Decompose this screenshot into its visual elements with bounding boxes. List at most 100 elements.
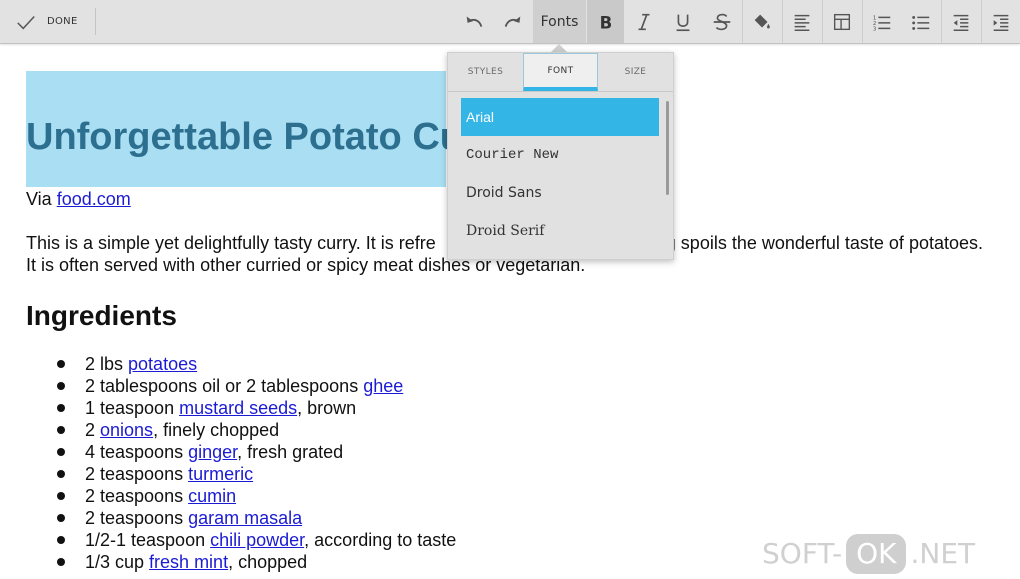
bold-icon: B	[599, 13, 612, 32]
font-option-arial[interactable]: Arial	[461, 98, 659, 136]
font-option-droid-serif[interactable]: Droid Serif	[461, 212, 659, 250]
underline-icon	[676, 14, 690, 31]
source-link[interactable]: food.com	[57, 189, 131, 209]
ingredient-link[interactable]: ghee	[363, 376, 403, 396]
bullet	[57, 426, 65, 434]
list-item[interactable]: 2 teaspoons cumin	[26, 485, 456, 507]
bullet	[57, 360, 65, 368]
underline-button[interactable]	[664, 0, 702, 43]
paint-bucket-icon	[754, 14, 770, 28]
item-text: 1/3 cup	[85, 552, 150, 572]
ingredients-heading[interactable]: Ingredients	[26, 299, 177, 333]
list-item[interactable]: 2 teaspoons garam masala	[26, 507, 456, 529]
fill-color-button[interactable]	[743, 0, 781, 43]
svg-text:B: B	[599, 13, 612, 32]
fonts-button[interactable]: Fonts	[533, 0, 586, 43]
done-button[interactable]: DONE	[0, 0, 95, 43]
bullet-list-button[interactable]	[902, 0, 940, 43]
undo-icon	[466, 16, 483, 27]
tab-font[interactable]: FONT	[523, 53, 598, 91]
indent-button[interactable]	[982, 0, 1020, 43]
item-text: 2 teaspoons	[85, 486, 189, 506]
item-text: , fresh grated	[237, 442, 344, 462]
list-item[interactable]: 2 lbs potatoes	[26, 353, 456, 375]
via-prefix: Via	[26, 189, 57, 209]
item-text: 2 tablespoons oil or 2 tablespoons	[85, 376, 364, 396]
bold-button[interactable]: B	[587, 0, 624, 43]
watermark-suffix: .NET	[910, 537, 976, 570]
ingredients-list: 2 lbs potatoes 2 tablespoons oil or 2 ta…	[26, 353, 456, 573]
strikethrough-button[interactable]	[703, 0, 741, 43]
italic-button[interactable]	[625, 0, 663, 43]
bullet	[57, 448, 65, 456]
strikethrough-icon	[713, 13, 731, 30]
bullet	[57, 470, 65, 478]
item-text: 2 lbs	[85, 354, 129, 374]
list-item[interactable]: 4 teaspoons ginger, fresh grated	[26, 441, 456, 463]
via-line: Via food.com	[26, 188, 131, 210]
item-text: 1 teaspoon	[85, 398, 180, 418]
list-item[interactable]: 2 onions, finely chopped	[26, 419, 456, 441]
undo-button[interactable]	[455, 0, 493, 43]
redo-button[interactable]	[494, 0, 532, 43]
list-item[interactable]: 1 teaspoon mustard seeds, brown	[26, 397, 456, 419]
bullet-list-icon	[912, 15, 930, 30]
document-title[interactable]: Unforgettable Potato Cu	[26, 112, 463, 162]
ingredient-link[interactable]: cumin	[188, 486, 236, 506]
redo-icon	[504, 16, 521, 27]
item-text: , according to taste	[304, 530, 457, 550]
font-option-courier-new[interactable]: Courier New	[461, 136, 659, 174]
align-button[interactable]	[783, 0, 821, 43]
list-item[interactable]: 2 teaspoons turmeric	[26, 463, 456, 485]
bullet	[57, 492, 65, 500]
list-item[interactable]: 2 tablespoons oil or 2 tablespoons ghee	[26, 375, 456, 397]
item-text: 4 teaspoons	[85, 442, 189, 462]
outdent-icon	[953, 14, 969, 31]
popup-arrow	[551, 44, 567, 52]
italic-icon	[638, 13, 650, 30]
ingredient-link[interactable]: mustard seeds	[179, 398, 297, 418]
item-text: , chopped	[228, 552, 308, 572]
ingredient-link[interactable]: garam masala	[188, 508, 302, 528]
popup-tabs: STYLES FONT SIZE	[448, 53, 673, 92]
watermark-prefix: SOFT-	[762, 537, 843, 570]
item-text: 2 teaspoons	[85, 464, 189, 484]
ingredient-link[interactable]: fresh mint	[149, 552, 228, 572]
fonts-label: Fonts	[540, 13, 579, 30]
tab-styles[interactable]: STYLES	[448, 53, 523, 91]
bullet	[57, 558, 65, 566]
svg-text:3: 3	[873, 26, 877, 32]
bullet	[57, 382, 65, 390]
font-list-scrollbar[interactable]	[666, 101, 669, 195]
table-button[interactable]	[823, 0, 861, 43]
ingredient-link[interactable]: ginger	[188, 442, 237, 462]
ingredient-link[interactable]: potatoes	[128, 354, 197, 374]
item-text: , brown	[297, 398, 357, 418]
item-text: , finely chopped	[153, 420, 280, 440]
list-item[interactable]: 1/2-1 teaspoon chili powder, according t…	[26, 529, 456, 551]
outdent-button[interactable]	[942, 0, 980, 43]
watermark-ok: OK	[846, 533, 907, 574]
tab-size[interactable]: SIZE	[598, 53, 673, 91]
check-icon	[17, 15, 35, 29]
done-label: DONE	[47, 16, 78, 27]
indent-icon	[993, 14, 1009, 31]
item-text: 2	[85, 420, 101, 440]
item-text: 1/2-1 teaspoon	[85, 530, 211, 550]
watermark: SOFT- OK .NET	[762, 528, 1020, 579]
ingredient-link[interactable]: chili powder	[210, 530, 304, 550]
list-item[interactable]: 1/3 cup fresh mint, chopped	[26, 551, 456, 573]
ordered-list-button[interactable]: 1 2 3	[863, 0, 901, 43]
table-icon	[833, 13, 851, 30]
font-option-droid-sans[interactable]: Droid Sans	[461, 174, 659, 212]
font-list: Arial Courier New Droid Sans Droid Serif	[461, 98, 659, 250]
bullet	[57, 536, 65, 544]
ingredient-link[interactable]: turmeric	[188, 464, 253, 484]
bullet	[57, 404, 65, 412]
ordered-list-icon: 1 2 3	[873, 15, 891, 32]
ingredient-link[interactable]: onions	[100, 420, 153, 440]
item-text: 2 teaspoons	[85, 508, 189, 528]
align-left-icon	[794, 14, 810, 31]
editor-toolbar: DONE Fonts B 1 2 3	[0, 0, 1020, 44]
toolbar-divider	[95, 8, 96, 35]
